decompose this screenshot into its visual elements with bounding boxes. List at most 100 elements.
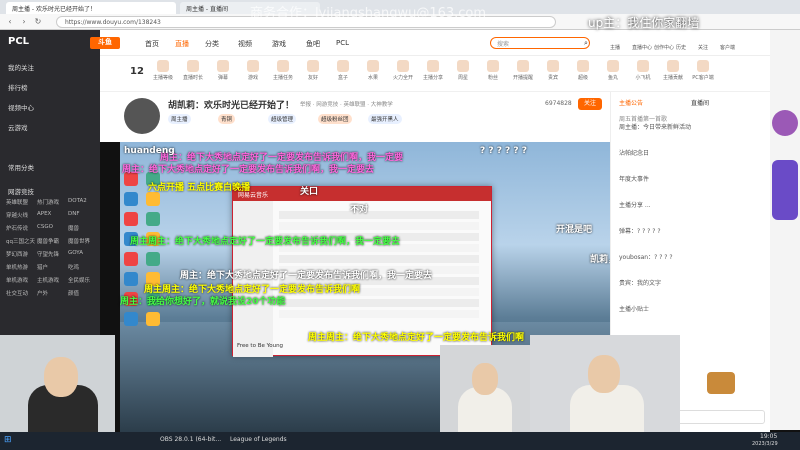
gift-row: 主播等级 直播时长 弹幕 游戏 主播任务 友好 盒子 水果 火力全开 主播分享 周星 粉丝 开播提醒 贵宾… [150, 56, 750, 92]
gift-item[interactable]: 直播时长 [180, 60, 206, 81]
gift-item[interactable]: 开播提醒 [510, 60, 536, 81]
gift-label: 开播提醒 [512, 75, 533, 81]
category-item[interactable]: 炉石传说 [6, 224, 28, 232]
webcam-left [0, 335, 115, 435]
gift-icon [517, 60, 529, 72]
windows-start-icon[interactable]: ⊞ [4, 435, 16, 447]
back-icon[interactable]: ‹ [4, 16, 16, 28]
room-info: 胡凯莉：欢乐时光已经开始了！ 举报 · 网游竞技 · 英雄联盟 · 大神教学 周… [100, 92, 610, 142]
category-item[interactable]: 穿越火线 [6, 211, 28, 219]
category-item[interactable]: 社交互动 [6, 289, 28, 297]
gift-label: 主播贡献 [662, 75, 683, 81]
category-item[interactable]: 猎户 [37, 263, 48, 271]
douyu-logo[interactable]: 斗鱼 [90, 37, 120, 49]
tab-live-room[interactable]: 直播间 [691, 98, 709, 107]
sidebar-item-rank[interactable]: 排行榜 [8, 82, 28, 92]
gift-item[interactable]: 主播贡献 [660, 60, 686, 81]
event-badge-icon[interactable] [772, 110, 798, 136]
gift-label: PC客户端 [692, 75, 714, 81]
category-item[interactable]: 魔兽 [68, 224, 79, 232]
category-item[interactable]: 颜值 [68, 289, 79, 297]
gift-item[interactable]: 粉丝 [480, 60, 506, 81]
category-item[interactable]: 热门游戏 [37, 198, 59, 206]
browser-tab-active[interactable]: 周主播 - 欢乐时光已经开始了！ [6, 2, 176, 14]
taskbar-lol[interactable]: League of Legends [230, 436, 287, 443]
nav-live[interactable]: 直播 [175, 39, 189, 49]
category-item[interactable]: CSGO [37, 224, 53, 230]
sidebar-item-video[interactable]: 视频中心 [8, 102, 34, 112]
gift-item[interactable]: 游戏 [240, 60, 266, 81]
header-icon-label[interactable]: 主播 [610, 44, 620, 51]
header-icon-label[interactable]: 客户端 [720, 44, 735, 51]
up-overlay-text: up主：我住你家翻墙 [588, 16, 700, 30]
sidebar-item-cloud[interactable]: 云游戏 [8, 122, 28, 132]
category-item[interactable]: 主机游戏 [37, 276, 59, 284]
sidebar-item-netgame[interactable]: 网游竞技 [8, 186, 34, 196]
gift-item[interactable]: 贵宾 [540, 60, 566, 81]
category-item[interactable]: qq三国之天 [6, 237, 35, 245]
category-item[interactable]: 单机游戏 [6, 276, 28, 284]
gift-item[interactable]: 主播任务 [270, 60, 296, 81]
gift-item[interactable]: 主播分享 [420, 60, 446, 81]
category-item[interactable]: 英雄联盟 [6, 198, 28, 206]
forward-icon[interactable]: › [18, 16, 30, 28]
gift-item[interactable]: 主播等级 [150, 60, 176, 81]
gift-item[interactable]: 水果 [360, 60, 386, 81]
windows-taskbar: ⊞ OBS 28.0.1 (64-bit... League of Legend… [0, 432, 800, 450]
right-toolbar [770, 30, 800, 430]
gift-icon [307, 60, 319, 72]
header-icon-label[interactable]: 历史 [676, 44, 686, 51]
nav-video[interactable]: 视频 [238, 39, 252, 49]
room-tag[interactable]: 周主播 [168, 114, 191, 124]
chat-message: 贵宾：我的文字 [619, 280, 662, 287]
gift-item[interactable]: 火力全开 [390, 60, 416, 81]
nav-home[interactable]: 首页 [145, 39, 159, 49]
promo-banner[interactable] [772, 160, 798, 220]
sidebar-item-common[interactable]: 常用分类 [8, 162, 34, 172]
category-item[interactable]: 魔兽争霸 [37, 237, 59, 245]
header-icon-label[interactable]: 直播中心 [632, 44, 652, 51]
gift-item[interactable]: 弹幕 [210, 60, 236, 81]
gift-item[interactable]: 超级 [570, 60, 596, 81]
gift-item[interactable]: 友好 [300, 60, 326, 81]
nav-pcl[interactable]: PCL [336, 39, 349, 47]
room-tag[interactable]: 青铜 [218, 114, 236, 124]
category-item[interactable]: 全民娱乐 [68, 276, 90, 284]
gift-item[interactable]: 小飞机 [630, 60, 656, 81]
nav-game[interactable]: 游戏 [272, 39, 286, 49]
header-icon-label[interactable]: 创作中心 [654, 44, 674, 51]
category-item[interactable]: 单机热游 [6, 263, 28, 271]
gift-item[interactable]: 盒子 [330, 60, 356, 81]
category-item[interactable]: 户外 [37, 289, 48, 297]
gift-label: 粉丝 [487, 75, 498, 81]
gift-label: 周星 [457, 75, 468, 81]
category-item[interactable]: 魔兽世界 [68, 237, 90, 245]
category-item[interactable]: GOYA [68, 250, 83, 256]
gift-item[interactable]: PC客户端 [690, 60, 716, 81]
category-item[interactable]: 吃鸡 [68, 263, 79, 271]
room-tag[interactable]: 超级粉丝团 [318, 114, 352, 124]
category-item[interactable]: APEX [37, 211, 51, 217]
gift-item[interactable]: 鱼丸 [600, 60, 626, 81]
sidebar-item-follow[interactable]: 我的关注 [8, 62, 34, 72]
nav-category[interactable]: 分类 [205, 39, 219, 49]
taskbar-obs[interactable]: OBS 28.0.1 (64-bit... [160, 436, 221, 443]
category-item[interactable]: DOTA2 [68, 198, 87, 204]
follow-button[interactable]: 关注 [578, 98, 602, 110]
treasure-chest-icon[interactable] [707, 372, 735, 394]
category-item[interactable]: 守望先锋 [37, 250, 59, 258]
gift-item[interactable]: 周星 [450, 60, 476, 81]
avatar[interactable] [124, 98, 160, 134]
refresh-icon[interactable]: ↻ [32, 16, 44, 28]
danmu-comment: 周主周主：绝下大秀地点定好了一定要发布告诉我们啊 [308, 333, 525, 343]
room-tag[interactable]: 超级管理 [268, 114, 297, 124]
tab-notice[interactable]: 主播公告 [619, 98, 643, 107]
gift-label: 主播分享 [422, 75, 443, 81]
nav-yuba[interactable]: 鱼吧 [306, 39, 320, 49]
streamer-head [472, 363, 498, 395]
gift-icon [367, 60, 379, 72]
room-tag[interactable]: 最强开黑人 [368, 114, 402, 124]
category-item[interactable]: DNF [68, 211, 80, 217]
header-icon-label[interactable]: 关注 [698, 44, 708, 51]
category-item[interactable]: 梦幻西游 [6, 250, 28, 258]
